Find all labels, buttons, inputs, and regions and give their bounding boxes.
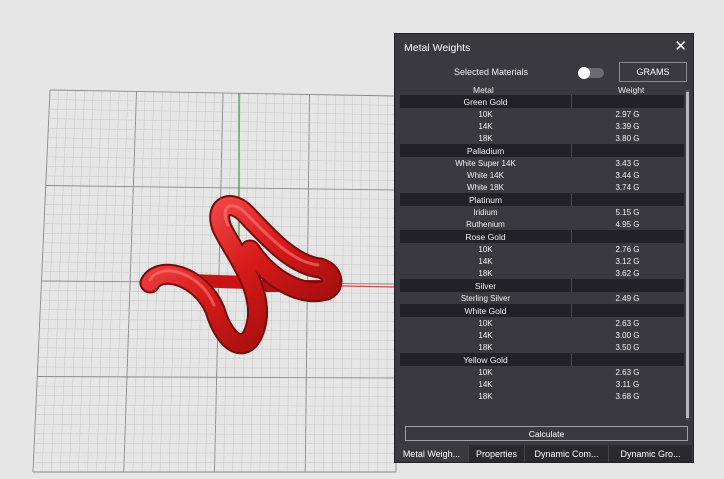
table-row[interactable]: Iridium 5.15 G [400,206,684,218]
panel-tab-bar: Metal Weigh... Properties Dynamic Com...… [395,445,693,462]
metal-cell: 14K [478,121,493,131]
table-row[interactable]: 18K 3.80 G [400,132,684,144]
weight-cell: 3.39 G [615,121,640,131]
metal-cell: Sterling Silver [460,293,511,303]
metal-cell: 14K [478,379,493,389]
column-header-metal[interactable]: Metal [473,85,494,95]
tab-metal-weights[interactable]: Metal Weigh... [395,445,469,462]
group-header-white-gold[interactable]: White Gold [400,304,684,317]
metal-cell: Iridium [473,207,498,217]
group-header-green-gold[interactable]: Green Gold [400,95,684,108]
weight-cell: 3.68 G [615,391,640,401]
weight-cell: 3.80 G [615,133,640,143]
tab-dynamic-gro[interactable]: Dynamic Gro... [609,445,693,462]
table-row[interactable]: 14K 3.12 G [400,255,684,267]
table-row[interactable]: White 18K 3.74 G [400,181,684,193]
table-row[interactable]: 18K 3.68 G [400,390,684,402]
table-row[interactable]: 14K 3.00 G [400,329,684,341]
weight-cell: 3.74 G [615,182,640,192]
weight-cell: 2.49 G [615,293,640,303]
table-row[interactable]: White Super 14K 3.43 G [400,157,684,169]
group-name: Platinum [468,194,503,205]
group-name: White Gold [464,305,507,316]
metal-weights-panel: Metal Weights ✕ Selected Materials GRAMS… [394,33,694,463]
table-row[interactable]: 10K 2.97 G [400,108,684,120]
group-name: Palladium [466,145,505,156]
weight-cell: 3.12 G [615,256,640,266]
table-row[interactable]: 10K 2.63 G [400,317,684,329]
close-icon[interactable]: ✕ [674,38,687,56]
table-row[interactable]: 18K 3.50 G [400,341,684,353]
weight-cell: 3.50 G [615,342,640,352]
panel-title: Metal Weights [404,42,471,54]
table-row[interactable]: 18K 3.62 G [400,267,684,279]
toggle-knob [578,67,590,79]
metal-cell: 10K [478,367,493,377]
selected-materials-toggle[interactable] [578,67,604,79]
metal-cell: 14K [478,330,493,340]
weight-cell: 4.95 G [615,219,640,229]
group-header-palladium[interactable]: Palladium [400,144,684,157]
weight-cell: 2.63 G [615,318,640,328]
group-header-yellow-gold[interactable]: Yellow Gold [400,353,684,366]
metal-cell: 18K [478,342,493,352]
weight-cell: 5.15 G [615,207,640,217]
group-header-silver[interactable]: Silver [400,279,684,292]
weight-cell: 3.11 G [615,379,640,389]
weight-cell: 2.63 G [615,367,640,377]
weight-cell: 3.43 G [615,158,640,168]
group-header-platinum[interactable]: Platinum [400,193,684,206]
metal-cell: 18K [478,391,493,401]
weight-cell: 2.76 G [615,244,640,254]
table-scrollbar[interactable] [686,90,689,420]
weight-cell: 2.97 G [615,109,640,119]
tab-dynamic-com[interactable]: Dynamic Com... [525,445,609,462]
weight-cell: 3.00 G [615,330,640,340]
table-row[interactable]: White 14K 3.44 G [400,169,684,181]
group-name: Yellow Gold [463,354,508,365]
table-row[interactable]: 10K 2.63 G [400,366,684,378]
metal-cell: White Super 14K [455,158,516,168]
weight-cell: 3.62 G [615,268,640,278]
tab-properties[interactable]: Properties [469,445,525,462]
group-name: Silver [474,280,497,291]
metal-weights-table: Green Gold 10K 2.97 G 14K 3.39 G 18K 3.80 G… [400,95,684,422]
metal-cell: White 18K [467,182,504,192]
table-row[interactable]: 14K 3.11 G [400,378,684,390]
column-header-weight[interactable]: Weight [618,85,644,95]
calculate-button[interactable]: Calculate [405,426,688,441]
weight-cell: 3.44 G [615,170,640,180]
metal-cell: Ruthenium [466,219,505,229]
table-row[interactable]: Sterling Silver 2.49 G [400,292,684,304]
metal-cell: 18K [478,133,493,143]
group-name: Rose Gold [465,231,506,242]
selected-materials-label: Selected Materials [454,67,529,77]
metal-cell: 10K [478,318,493,328]
metal-cell: 10K [478,244,493,254]
metal-cell: 10K [478,109,493,119]
group-header-rose-gold[interactable]: Rose Gold [400,230,684,243]
metal-cell: 18K [478,268,493,278]
table-row[interactable]: Ruthenium 4.95 G [400,218,684,230]
metal-cell: 14K [478,256,493,266]
table-row[interactable]: 10K 2.76 G [400,243,684,255]
scrollbar-thumb[interactable] [686,92,689,418]
group-name: Green Gold [463,96,508,107]
unit-grams-button[interactable]: GRAMS [619,62,687,82]
table-row[interactable]: 14K 3.39 G [400,120,684,132]
metal-cell: White 14K [467,170,504,180]
